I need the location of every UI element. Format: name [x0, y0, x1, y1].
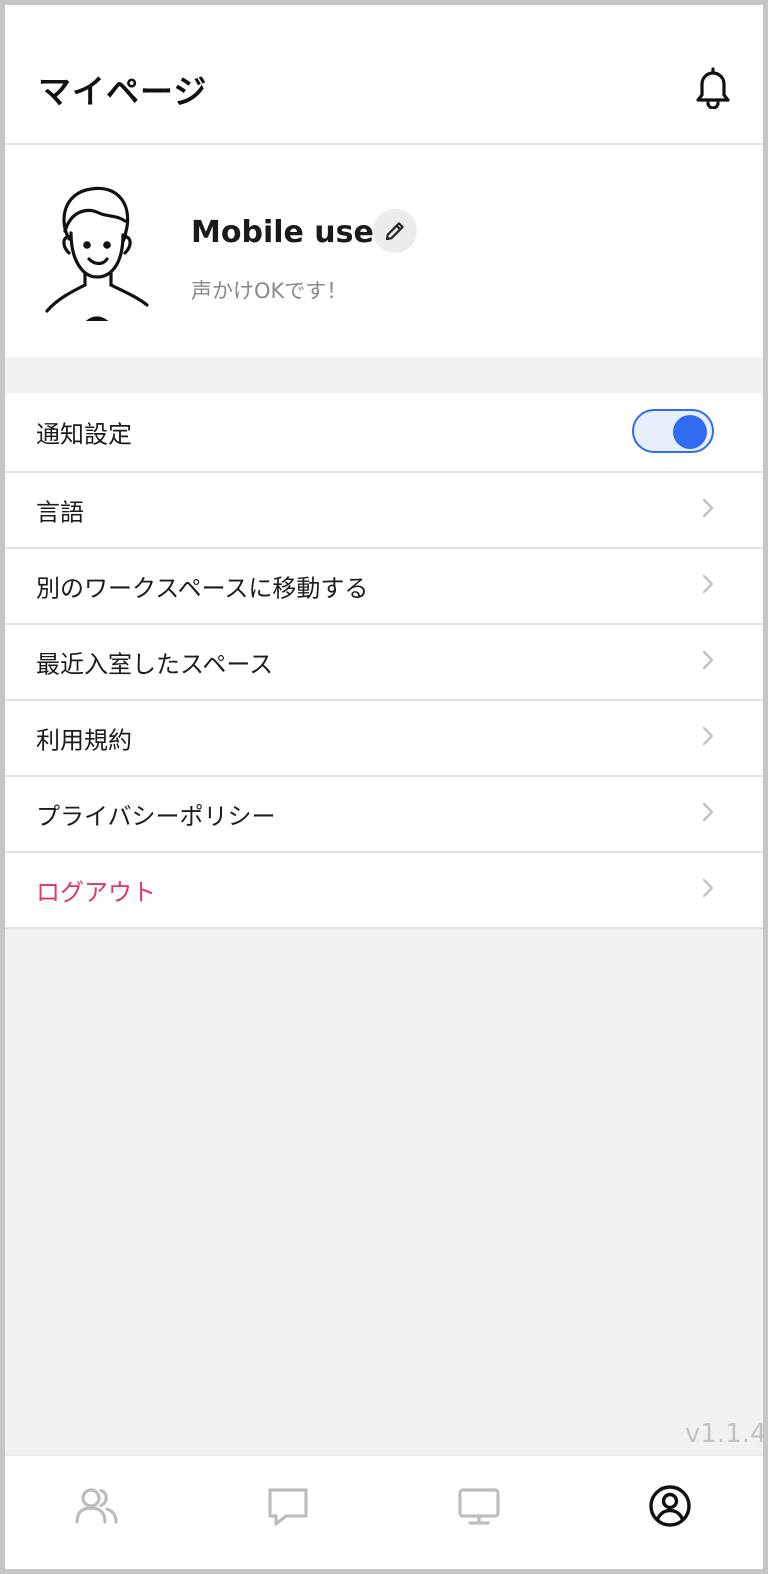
user-circle-icon: [649, 1485, 691, 1527]
tab-my-page[interactable]: [646, 1482, 694, 1530]
menu-item-logout[interactable]: ログアウト: [5, 853, 763, 929]
menu-item-label: 利用規約: [36, 726, 132, 755]
tab-members[interactable]: [73, 1482, 121, 1530]
user-name: Mobile user: [191, 215, 389, 250]
chevron-right-icon: [702, 650, 714, 670]
app-version: v1.1.4: [685, 1419, 767, 1449]
status-message: 声かけOKです！: [191, 279, 348, 303]
chevron-right-icon: [702, 878, 714, 898]
app-frame: マイページ Mobile user 声かけOKです！ 通知設定 言語 別のワーク…: [0, 0, 768, 1574]
top-bar: マイページ: [5, 5, 763, 145]
bottom-tab-bar: [5, 1454, 763, 1569]
logout-label: ログアウト: [36, 878, 156, 907]
menu-item-label: 通知設定: [36, 420, 132, 449]
settings-menu: 通知設定 言語 別のワークスペースに移動する 最近入室したスペース 利用規約 プ…: [5, 393, 763, 929]
menu-item-terms[interactable]: 利用規約: [5, 701, 763, 777]
menu-item-language[interactable]: 言語: [5, 473, 763, 549]
edit-profile-button[interactable]: [373, 209, 417, 253]
menu-item-label: 最近入室したスペース: [36, 650, 274, 679]
notification-toggle[interactable]: [632, 409, 714, 453]
chevron-right-icon: [702, 802, 714, 822]
bell-icon[interactable]: [693, 65, 733, 110]
menu-item-label: 別のワークスペースに移動する: [36, 574, 369, 603]
menu-item-label: 言語: [36, 498, 84, 527]
toggle-knob: [673, 415, 707, 449]
pencil-icon: [385, 222, 404, 241]
chevron-right-icon: [702, 726, 714, 746]
chevron-right-icon: [702, 498, 714, 518]
menu-item-privacy-policy[interactable]: プライバシーポリシー: [5, 777, 763, 853]
monitor-icon: [458, 1488, 500, 1525]
tab-chat[interactable]: [264, 1482, 312, 1530]
page-title: マイページ: [38, 72, 208, 111]
tab-spaces[interactable]: [455, 1482, 503, 1530]
menu-item-label: プライバシーポリシー: [36, 802, 276, 831]
chevron-right-icon: [702, 574, 714, 594]
avatar[interactable]: [41, 181, 153, 335]
chat-bubble-icon: [268, 1488, 308, 1526]
menu-item-switch-workspace[interactable]: 別のワークスペースに移動する: [5, 549, 763, 625]
menu-item-notification-settings[interactable]: 通知設定: [5, 393, 763, 473]
users-icon: [75, 1488, 118, 1524]
menu-item-recent-spaces[interactable]: 最近入室したスペース: [5, 625, 763, 701]
profile-card: Mobile user 声かけOKです！: [5, 145, 763, 357]
